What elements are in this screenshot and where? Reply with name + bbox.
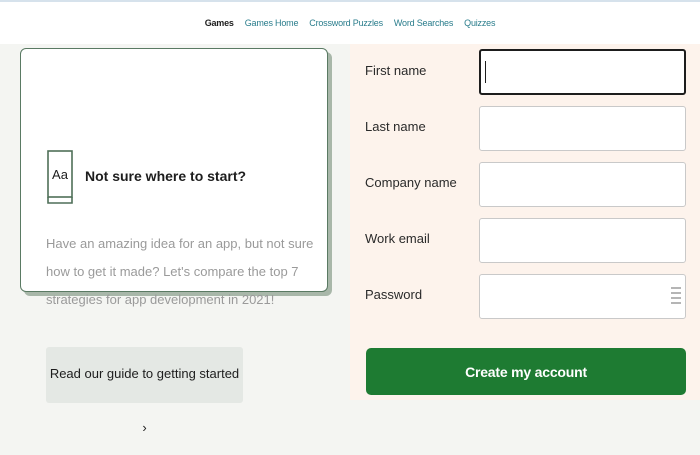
text-caret (485, 61, 486, 83)
company-name-label: Company name (365, 175, 457, 190)
nav-item-games-home[interactable]: Games Home (245, 18, 299, 28)
work-email-field[interactable] (479, 218, 686, 263)
company-name-field[interactable] (479, 162, 686, 207)
nav-item-games[interactable]: Games (205, 18, 234, 28)
card-title: Not sure where to start? (85, 168, 247, 184)
book-icon: Aa (47, 150, 73, 204)
nav-item-quizzes[interactable]: Quizzes (464, 18, 495, 28)
top-nav: Games Games Home Crossword Puzzles Word … (0, 0, 700, 44)
first-name-label: First name (365, 63, 427, 78)
last-name-label: Last name (365, 119, 426, 134)
password-manager-icon[interactable] (671, 286, 681, 306)
nav-item-word-searches[interactable]: Word Searches (394, 18, 453, 28)
nav-item-crossword-puzzles[interactable]: Crossword Puzzles (309, 18, 383, 28)
password-label: Password (365, 287, 423, 302)
first-name-field[interactable] (479, 49, 686, 95)
read-guide-button[interactable]: Read our guide to getting started › (46, 347, 243, 435)
create-account-button[interactable]: Create my account (366, 348, 686, 395)
card-body: Have an amazing idea for an app, but not… (46, 236, 314, 307)
last-name-field[interactable] (479, 106, 686, 151)
work-email-label: Work email (365, 231, 430, 246)
book-icon-text: Aa (52, 167, 69, 182)
password-field[interactable] (479, 274, 686, 319)
